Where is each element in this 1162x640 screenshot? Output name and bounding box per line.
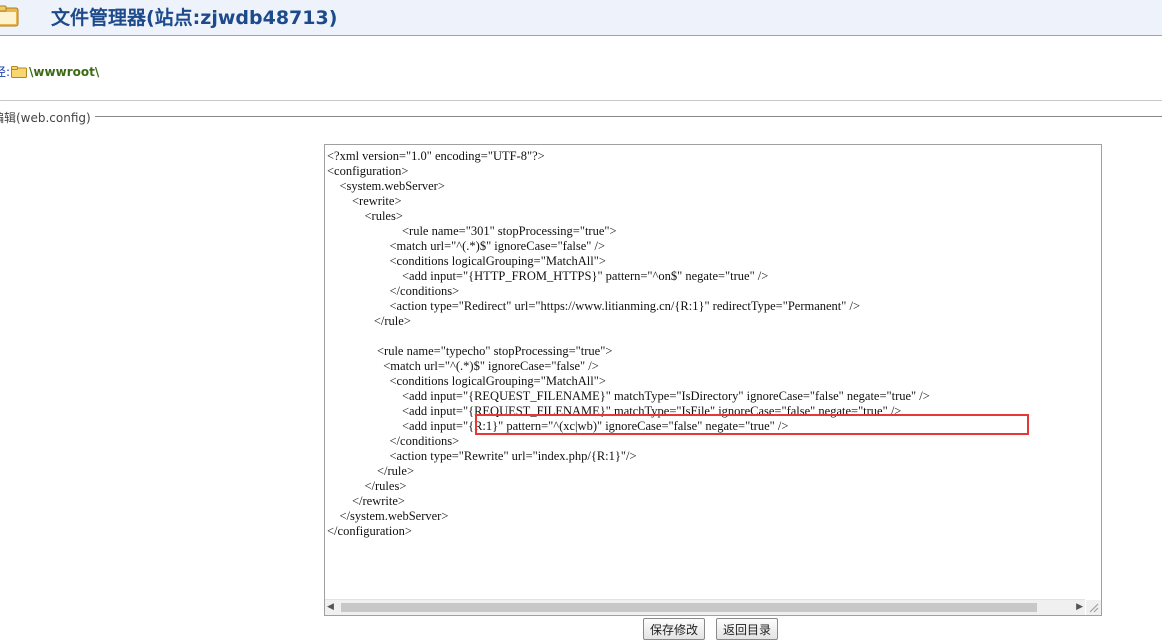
page-title: 文件管理器(站点:zjwdb48713): [51, 7, 338, 29]
resize-grip-icon[interactable]: [1086, 600, 1101, 615]
editor-content[interactable]: <?xml version="1.0" encoding="UTF-8"?> <…: [327, 149, 930, 539]
path-link-wwwroot[interactable]: \wwwroot\: [29, 65, 99, 79]
back-to-directory-button[interactable]: 返回目录: [716, 618, 779, 640]
fieldset-border: [95, 116, 1162, 117]
folder-app-icon: [0, 5, 19, 27]
fieldset-legend: 编辑(web.config): [0, 109, 94, 126]
scroll-right-icon[interactable]: ▶: [1076, 602, 1083, 612]
app-header: 文件管理器(站点:zjwdb48713): [0, 0, 1162, 36]
highlight-annotation: [475, 414, 1029, 435]
save-button[interactable]: 保存修改: [643, 618, 706, 640]
folder-icon: [11, 65, 28, 78]
breadcrumb: 径: \wwwroot\: [0, 63, 99, 80]
horizontal-scrollbar[interactable]: ◀ ▶: [325, 599, 1085, 615]
scroll-left-icon[interactable]: ◀: [327, 602, 334, 612]
path-label: 径:: [0, 65, 11, 79]
file-editor-textarea[interactable]: <?xml version="1.0" encoding="UTF-8"?> <…: [324, 144, 1102, 616]
scrollbar-thumb[interactable]: [341, 603, 1037, 612]
divider: [0, 100, 1162, 101]
